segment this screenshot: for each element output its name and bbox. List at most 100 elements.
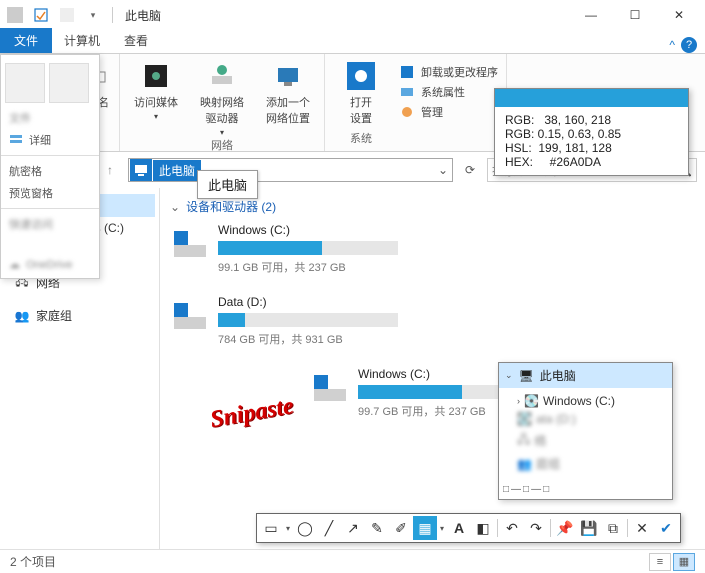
manage-item[interactable]: 管理	[399, 104, 498, 120]
drive-sub: 99.1 GB 可用，共 237 GB	[218, 259, 420, 275]
file-label-small: 文件	[9, 110, 31, 126]
tp-hg[interactable]: 👥庭组	[505, 453, 666, 474]
section-header[interactable]: ⌄设备和驱动器 (2)	[170, 198, 695, 215]
ribbon-tabs: 文件 计算机 查看 ^ ?	[0, 30, 705, 54]
drive-icon	[310, 367, 350, 407]
ribbon-collapse-icon[interactable]: ^	[669, 38, 675, 52]
cancel-button[interactable]: ✕	[630, 516, 654, 540]
view-pane-dropdown: 文件 详细 航密格 预览窗格 快速访问 ☁OneDrive	[0, 54, 100, 279]
tab-file[interactable]: 文件	[0, 28, 52, 53]
address-dropdown-icon[interactable]: ⌄	[434, 163, 452, 177]
qa-new-icon[interactable]	[56, 4, 78, 26]
drive-icon	[170, 223, 210, 263]
window-title: 此电脑	[125, 7, 161, 24]
minimize-button[interactable]: —	[569, 0, 613, 30]
tp-d[interactable]: 💽ata (D:)	[505, 410, 666, 428]
rgb-row: RGB: 38, 160, 218	[505, 113, 678, 127]
address-tooltip: 此电脑	[197, 170, 258, 199]
eraser-tool[interactable]: ◧	[471, 516, 495, 540]
up-button[interactable]: ↑	[98, 158, 122, 182]
mapdrive-icon	[206, 60, 238, 92]
tab-view[interactable]: 查看	[112, 28, 160, 53]
window-controls: — ☐ ✕	[569, 0, 701, 30]
ribbon-settings-button[interactable]: 打开 设置	[333, 60, 389, 126]
pen-tool[interactable]: ✎	[365, 516, 389, 540]
resize-handles[interactable]: □—□—□	[499, 482, 672, 499]
drive-item[interactable]: Data (D:) 784 GB 可用，共 931 GB	[170, 295, 420, 347]
help-button[interactable]: ?	[681, 37, 697, 53]
tree-homegroup[interactable]: 👥家庭组	[10, 304, 155, 327]
drive-icon	[170, 295, 210, 335]
hsl-row: HSL: 199, 181, 128	[505, 141, 678, 155]
arrow-tool[interactable]: ↗	[341, 516, 365, 540]
marker-tool[interactable]: ✐	[389, 516, 413, 540]
drive-sub: 784 GB 可用，共 931 GB	[218, 331, 420, 347]
color-swatch	[495, 89, 688, 107]
redo-button[interactable]: ↷	[524, 516, 548, 540]
l: 添加一个 网络位置	[266, 94, 310, 126]
ribbon-mapdrive-button[interactable]: 映射网络 驱动器▾	[194, 60, 250, 137]
qa-dropdown-icon[interactable]: ▾	[82, 4, 104, 26]
uninstall-item[interactable]: 卸载或更改程序	[399, 64, 498, 80]
preview-thumb[interactable]	[49, 63, 89, 103]
view-details-button[interactable]: ≡	[649, 553, 671, 571]
preview-item[interactable]: 预览窗格	[1, 182, 99, 204]
tree-popup[interactable]: ⌄🖥此电脑 ›💽Windows (C:) 💽ata (D:) 🖧络 👥庭组 □—…	[498, 362, 673, 500]
address-bar[interactable]: 此电脑 ⌄	[128, 158, 453, 182]
maximize-button[interactable]: ☐	[613, 0, 657, 30]
usage-bar	[218, 313, 398, 327]
snipaste-toolbar: ▭▾ ◯ ╱ ↗ ✎ ✐ ▦▾ A ◧ ↶ ↷ 📌 💾 ⧉ ✕ ✔	[256, 513, 681, 543]
addnet-icon	[272, 60, 304, 92]
l: 打开 设置	[350, 94, 372, 126]
navpane-thumb[interactable]	[5, 63, 45, 103]
text-tool[interactable]: A	[447, 516, 471, 540]
drive-name: Windows (C:)	[218, 223, 420, 237]
l: 映射网络 驱动器	[200, 94, 244, 126]
ribbon-group-network: 访问媒体▾ 映射网络 驱动器▾ 添加一个 网络位置 网络	[120, 54, 325, 151]
view-tiles-button[interactable]: ▦	[673, 553, 695, 571]
pc-icon	[130, 159, 152, 181]
pc-icon: 🖥	[519, 369, 534, 383]
onedrive-item[interactable]: ☁OneDrive	[1, 255, 99, 274]
group-network-label: 网络	[211, 137, 233, 153]
undo-button[interactable]: ↶	[500, 516, 524, 540]
navpane-item[interactable]: 航密格	[1, 160, 99, 182]
media-icon	[140, 60, 172, 92]
title-bar: ▾ 此电脑 — ☐ ✕	[0, 0, 705, 30]
qa-properties-icon[interactable]	[30, 4, 52, 26]
mosaic-tool[interactable]: ▦	[413, 516, 437, 540]
confirm-button[interactable]: ✔	[654, 516, 678, 540]
close-button[interactable]: ✕	[657, 0, 701, 30]
ribbon-media-button[interactable]: 访问媒体▾	[128, 60, 184, 137]
color-info-panel: RGB: 38, 160, 218 RGB: 0.15, 0.63, 0.85 …	[494, 88, 689, 176]
copy-button[interactable]: ⧉	[601, 516, 625, 540]
refresh-button[interactable]: ⟳	[459, 159, 481, 181]
quick-access-toolbar: ▾	[4, 4, 117, 26]
sysprops-item[interactable]: 系统属性	[399, 84, 498, 100]
app-icon	[4, 4, 26, 26]
ellipse-tool[interactable]: ◯	[293, 516, 317, 540]
rgbn-row: RGB: 0.15, 0.63, 0.85	[505, 127, 678, 141]
rect-tool[interactable]: ▭	[259, 516, 283, 540]
tp-c[interactable]: ›💽Windows (C:)	[505, 392, 666, 410]
system-item-list: 卸载或更改程序 系统属性 管理	[399, 64, 498, 120]
details-item[interactable]: 详细	[1, 129, 99, 151]
group-system-label: 系统	[350, 130, 372, 146]
l: 访问媒体	[134, 94, 178, 110]
line-tool[interactable]: ╱	[317, 516, 341, 540]
settings-icon	[345, 60, 377, 92]
tp-net[interactable]: 🖧络	[505, 428, 666, 453]
quick-item[interactable]: 快速访问	[1, 213, 99, 235]
drive-item[interactable]: Windows (C:) 99.1 GB 可用，共 237 GB	[170, 223, 420, 275]
hex-row: HEX: #26A0DA	[505, 155, 678, 169]
ribbon-group-system: 打开 设置 系统 卸载或更改程序 系统属性 管理	[325, 54, 507, 151]
tp-root: 此电脑	[540, 367, 576, 384]
pin-button[interactable]: 📌	[553, 516, 577, 540]
drive-name: Data (D:)	[218, 295, 420, 309]
homegroup-icon: 👥	[14, 308, 30, 324]
ribbon-addnet-button[interactable]: 添加一个 网络位置	[260, 60, 316, 137]
save-button[interactable]: 💾	[577, 516, 601, 540]
usage-bar	[218, 241, 398, 255]
tab-computer[interactable]: 计算机	[52, 28, 112, 53]
status-text: 2 个项目	[10, 553, 56, 570]
